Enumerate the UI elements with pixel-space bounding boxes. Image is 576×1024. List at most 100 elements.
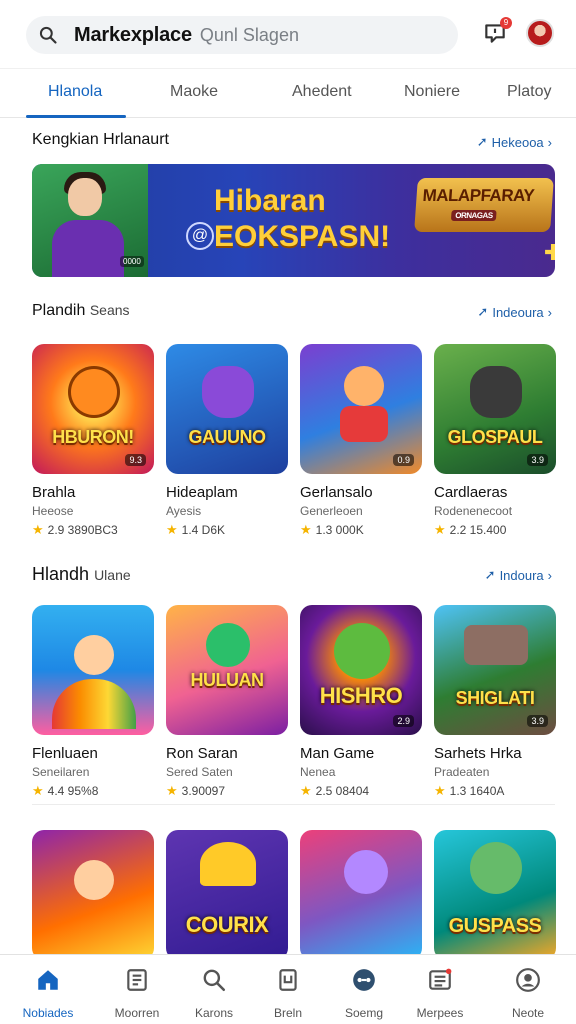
app-name: Hideaplam bbox=[166, 484, 238, 501]
app-card[interactable]: GAUUNO Hideaplam Ayesis ★ 1.4 D6K bbox=[166, 344, 288, 538]
app-rating-value: 3.90097 bbox=[181, 784, 226, 798]
app-rating: ★ 2.5 08404 bbox=[300, 783, 422, 799]
app-logo-text: GLOSPAUL bbox=[447, 427, 543, 447]
app-logo-text: GUSPASS bbox=[448, 915, 542, 937]
app-name: Cardlaeras bbox=[434, 484, 508, 501]
app-logo-text: COURIX bbox=[185, 912, 269, 937]
chevron-right-icon: › bbox=[547, 134, 552, 150]
section1-subtitle: Seans bbox=[89, 302, 130, 318]
app-rating: ★ 2.9 3890BC3 bbox=[32, 522, 154, 538]
document-icon bbox=[127, 969, 147, 991]
search-bar[interactable]: Markexplace Qunl Slagen bbox=[26, 16, 458, 54]
sparkle-icon: ✚ bbox=[544, 240, 555, 265]
home-icon bbox=[38, 970, 58, 990]
app-card[interactable]: 0.9 Gerlansalo Generleoen ★ 1.3 000K bbox=[300, 344, 422, 538]
nav-item-search[interactable]: Karons bbox=[174, 967, 254, 1020]
app-logo-text: HULUAN bbox=[190, 670, 265, 690]
nav-item-games[interactable]: Soemg bbox=[324, 967, 404, 1020]
list-icon bbox=[429, 968, 452, 990]
banner-character-image: 0000 bbox=[32, 164, 148, 277]
app-thumbnail: COURIX bbox=[166, 830, 288, 960]
app-card[interactable]: SHIGLATI 3.9 Sarhets Hrka Pradeaten ★ 1.3… bbox=[434, 605, 556, 799]
nav-label: Moorren bbox=[114, 1006, 160, 1020]
app-card[interactable]: COURIX bbox=[166, 830, 288, 960]
app-thumbnail: SHIGLATI 3.9 bbox=[434, 605, 556, 735]
arrow-up-right-icon: ➚ bbox=[476, 134, 488, 149]
app-card[interactable] bbox=[300, 830, 422, 960]
app-name: Sarhets Hrka bbox=[434, 745, 522, 762]
nav-label: Soemg bbox=[344, 1006, 384, 1020]
app-card[interactable]: Flenluaen Seneilaren ★ 4.4 95%8 bbox=[32, 605, 154, 799]
app-card[interactable]: HISHRO 2.9 Man Game Nenea ★ 2.5 08404 bbox=[300, 605, 422, 799]
app-logo-text: SHIGLATI bbox=[455, 688, 535, 708]
app-thumbnail: HISHRO 2.9 bbox=[300, 605, 422, 735]
star-icon: ★ bbox=[300, 522, 312, 537]
app-card[interactable] bbox=[32, 830, 154, 960]
tab-ahedent[interactable]: Ahedent bbox=[292, 83, 352, 101]
avatar[interactable] bbox=[526, 19, 554, 47]
divider bbox=[32, 804, 555, 805]
top-bar: Markexplace Qunl Slagen 9 bbox=[0, 0, 576, 68]
banner-logo-text: MALAPFARAY bbox=[422, 186, 535, 205]
star-icon: ★ bbox=[32, 783, 44, 798]
notification-button[interactable]: 9 bbox=[482, 17, 512, 48]
app-card[interactable]: HBURON! 9.3 Brahla Heeose ★ 2.9 3890BC3 bbox=[32, 344, 154, 538]
arrow-up-right-icon: ➚ bbox=[484, 567, 496, 582]
app-developer: Ayesis bbox=[166, 504, 202, 518]
app-badge: 3.9 bbox=[527, 715, 548, 727]
featured-see-all-link[interactable]: ➚ Hekeooa › bbox=[477, 134, 552, 150]
tab-platoy[interactable]: Platoy bbox=[507, 83, 551, 101]
nav-item-profile[interactable]: Neote bbox=[488, 967, 568, 1020]
at-symbol-icon: @ bbox=[186, 222, 214, 250]
arrow-up-right-icon: ➚ bbox=[477, 304, 489, 319]
app-badge: 0.9 bbox=[393, 454, 414, 466]
search-placeholder: Qunl Slagen bbox=[199, 24, 299, 45]
nav-label: Merpees bbox=[416, 1006, 464, 1020]
app-thumbnail: GAUUNO bbox=[166, 344, 288, 474]
search-icon bbox=[203, 969, 226, 992]
chevron-right-icon: › bbox=[547, 304, 552, 320]
app-developer: Nenea bbox=[300, 765, 336, 779]
app-rating-value: 1.3 1640A bbox=[449, 784, 505, 798]
active-tab-indicator bbox=[26, 115, 126, 118]
star-icon: ★ bbox=[434, 522, 446, 537]
nav-label: Breln bbox=[273, 1006, 302, 1020]
tab-maoke[interactable]: Maoke bbox=[170, 83, 218, 101]
banner-game-logo: MALAPFARAY ORNAGAS bbox=[414, 178, 554, 232]
app-rating-value: 1.3 000K bbox=[315, 523, 364, 537]
banner-tag: 0000 bbox=[120, 256, 144, 267]
app-name: Flenluaen bbox=[32, 745, 98, 762]
app-thumbnail bbox=[32, 830, 154, 960]
tab-hlanola[interactable]: Hlanola bbox=[48, 83, 102, 101]
section2-subtitle: Ulane bbox=[94, 567, 131, 583]
nav-label: Nobiades bbox=[22, 1006, 74, 1020]
section2-header: Hlandh Ulane bbox=[32, 564, 131, 585]
star-icon: ★ bbox=[166, 783, 178, 798]
app-logo-text: HISHRO bbox=[319, 683, 403, 708]
bottom-navigation: Nobiades Moorren Karons Breln Soemg Merp… bbox=[0, 954, 576, 1024]
nav-item-list[interactable]: Merpees bbox=[400, 967, 480, 1020]
star-icon: ★ bbox=[434, 783, 446, 798]
nav-item-tablet[interactable]: Breln bbox=[248, 967, 328, 1020]
section2-see-all-link[interactable]: ➚ Indoura › bbox=[485, 567, 552, 583]
app-badge: 2.9 bbox=[393, 715, 414, 727]
app-card[interactable]: HULUAN Ron Saran Sered Saten ★ 3.90097 bbox=[166, 605, 288, 799]
app-card[interactable]: GLOSPAUL 3.9 Cardlaeras Rodenenecoot ★ 2.… bbox=[434, 344, 556, 538]
app-name: Man Game bbox=[300, 745, 375, 762]
featured-banner[interactable]: 0000 Hibaran @ EOKSPASN! MALAPFARAY ORNA… bbox=[32, 164, 555, 277]
nav-item-documents[interactable]: Moorren bbox=[97, 967, 177, 1020]
app-rating-value: 1.4 D6K bbox=[181, 523, 226, 537]
app-developer: Rodenenecoot bbox=[434, 504, 513, 518]
banner-headline-1: Hibaran bbox=[214, 184, 326, 217]
section2-link-label: Indoura bbox=[499, 567, 544, 583]
app-thumbnail: 0.9 bbox=[300, 344, 422, 474]
tab-bar: Hlanola Maoke Ahedent Noniere Platoy bbox=[0, 68, 576, 118]
section1-see-all-link[interactable]: ➚ Indeoura › bbox=[477, 304, 552, 320]
app-card[interactable]: GUSPASS bbox=[434, 830, 556, 960]
nav-item-home[interactable]: Nobiades bbox=[8, 967, 88, 1020]
chevron-right-icon: › bbox=[547, 567, 552, 583]
tab-noniere[interactable]: Noniere bbox=[404, 83, 460, 101]
featured-title: Kengkian Hrlanaurt bbox=[32, 131, 169, 148]
search-icon bbox=[39, 26, 57, 44]
app-badge: 9.3 bbox=[125, 454, 146, 466]
